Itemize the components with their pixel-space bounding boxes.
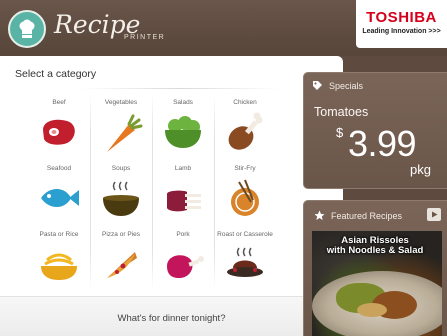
specials-heading: Specials bbox=[329, 80, 364, 91]
star-icon bbox=[314, 210, 325, 220]
toshiba-logo: TOSHIBA Leading Innovation >>> bbox=[356, 0, 447, 48]
category-label: Soups bbox=[111, 165, 131, 172]
category-label: Beef bbox=[52, 99, 66, 106]
category-label: Seafood bbox=[46, 165, 72, 172]
special-price: 3.99 bbox=[348, 123, 417, 164]
category-beef[interactable]: Beef bbox=[28, 98, 90, 164]
salad-bowl-icon bbox=[165, 116, 201, 148]
ham-icon bbox=[167, 255, 204, 278]
app-subtitle: PRINTER bbox=[124, 34, 166, 41]
category-pork[interactable]: Pork bbox=[152, 230, 214, 296]
soup-bowl-icon bbox=[103, 181, 139, 216]
category-label: Chicken bbox=[233, 99, 257, 106]
specials-header: Specials bbox=[312, 80, 363, 91]
category-soups[interactable]: Soups bbox=[90, 164, 152, 230]
special-currency: $ bbox=[336, 125, 344, 140]
wok-icon bbox=[231, 179, 259, 216]
category-label: Stir-Fry bbox=[234, 165, 256, 172]
toshiba-wordmark: TOSHIBA bbox=[366, 9, 437, 26]
category-pizza-pies[interactable]: Pizza or Pies bbox=[90, 230, 152, 296]
panel-title: Select a category bbox=[15, 68, 97, 80]
category-label: Pizza or Pies bbox=[102, 231, 140, 238]
chef-hat-logo-icon bbox=[8, 10, 46, 48]
featured-recipe-title[interactable]: Asian Rissoles with Noodles & Salad bbox=[303, 236, 447, 256]
category-roast-casserole[interactable]: Roast or Casserole bbox=[214, 230, 276, 296]
category-salads[interactable]: Salads bbox=[152, 98, 214, 164]
category-chicken[interactable]: Chicken bbox=[214, 98, 276, 164]
fish-icon bbox=[41, 189, 79, 207]
category-label: Salads bbox=[173, 99, 193, 106]
drumstick-icon bbox=[228, 112, 263, 150]
title-divider bbox=[80, 88, 280, 89]
special-item-name: Tomatoes bbox=[314, 105, 369, 119]
category-label: Vegetables bbox=[104, 99, 138, 106]
category-label: Roast or Casserole bbox=[217, 231, 273, 238]
play-icon bbox=[431, 211, 437, 218]
category-seafood[interactable]: Seafood bbox=[28, 164, 90, 230]
tag-icon bbox=[313, 81, 322, 90]
steak-icon bbox=[43, 119, 75, 145]
featured-title-line2: with Noodles & Salad bbox=[326, 245, 424, 256]
category-label: Pasta or Rice bbox=[39, 231, 79, 238]
featured-heading: Featured Recipes bbox=[331, 210, 403, 221]
category-stir-fry[interactable]: Stir-Fry bbox=[214, 164, 276, 230]
category-label: Lamb bbox=[174, 165, 192, 172]
special-unit: pkg bbox=[410, 162, 431, 177]
app-header: Recipe PRINTER TOSHIBA Leading Innovatio… bbox=[0, 0, 447, 56]
category-pasta-rice[interactable]: Pasta or Rice bbox=[28, 230, 90, 296]
noodles-image bbox=[357, 303, 387, 317]
roast-platter-icon bbox=[227, 247, 263, 277]
pasta-bowl-icon bbox=[41, 253, 77, 280]
toshiba-tagline: Leading Innovation >>> bbox=[362, 28, 441, 35]
carrot-icon bbox=[107, 114, 143, 152]
category-label: Pork bbox=[176, 231, 190, 238]
dinner-prompt: What's for dinner tonight? bbox=[117, 313, 226, 324]
featured-recipes-card[interactable]: Featured Recipes bbox=[303, 200, 447, 336]
play-button[interactable] bbox=[427, 208, 441, 221]
featured-header: Featured Recipes bbox=[314, 210, 402, 221]
category-lamb[interactable]: Lamb bbox=[152, 164, 214, 230]
pizza-slice-icon bbox=[107, 252, 137, 278]
category-vegetables[interactable]: Vegetables bbox=[90, 98, 152, 164]
lamb-rack-icon bbox=[167, 190, 201, 212]
